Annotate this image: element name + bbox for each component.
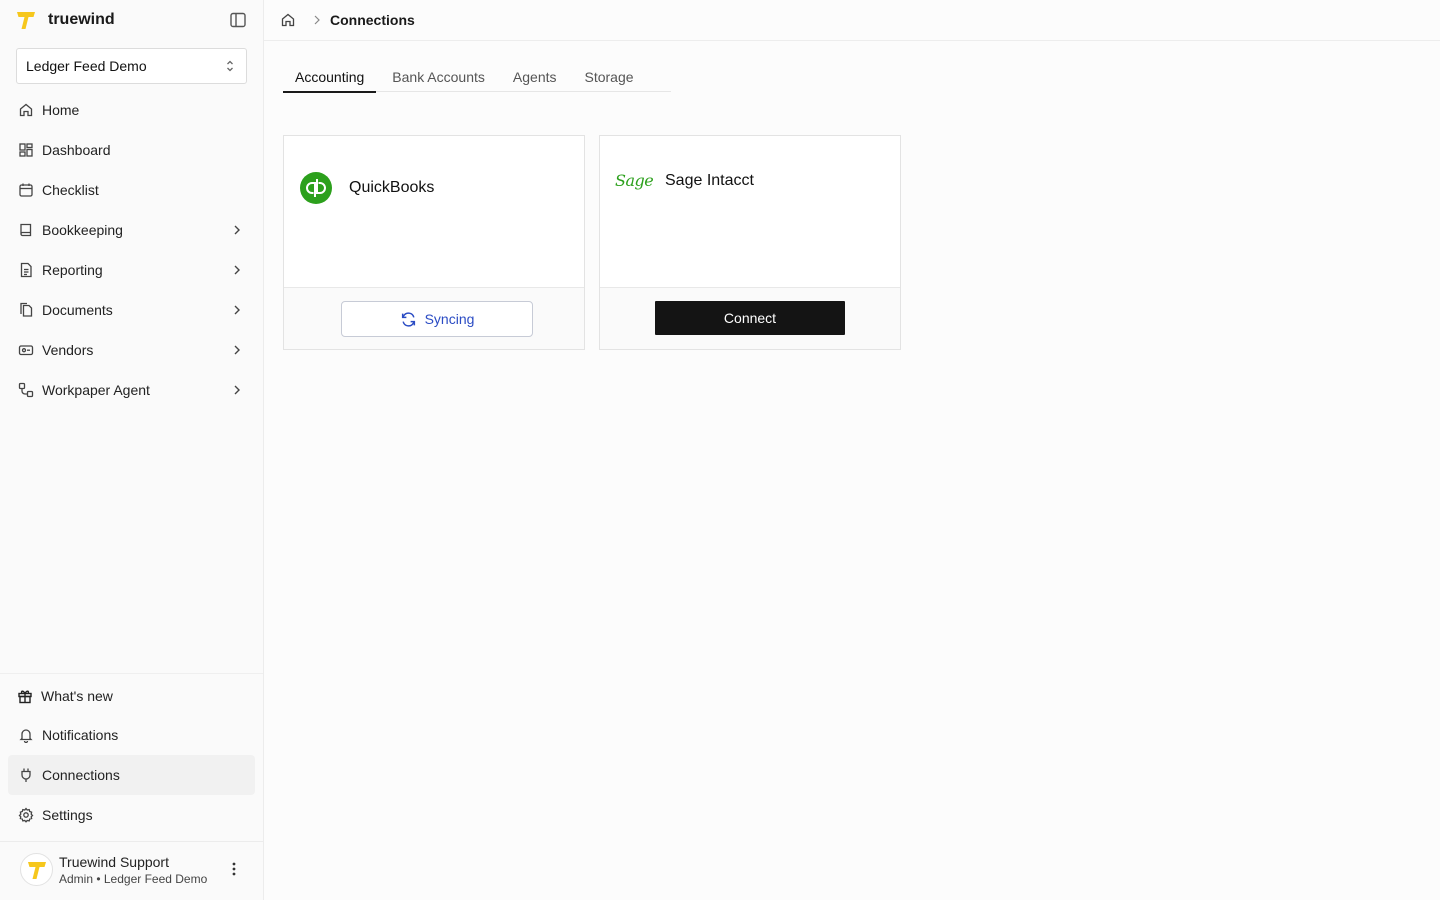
book-icon bbox=[20, 223, 32, 237]
sidebar-item-notifications[interactable]: Notifications bbox=[8, 715, 255, 755]
truewind-logo-icon bbox=[27, 861, 46, 879]
tab-storage[interactable]: Storage bbox=[571, 62, 648, 92]
sidebar-item-dashboard[interactable]: Dashboard bbox=[8, 130, 255, 170]
sidebar-item-workpaper-agent[interactable]: Workpaper Agent bbox=[8, 370, 255, 410]
chevron-right-icon bbox=[234, 305, 240, 315]
sidebar-item-home[interactable]: Home bbox=[8, 90, 255, 130]
sidebar-item-label: Notifications bbox=[42, 727, 119, 743]
sidebar-item-label: Checklist bbox=[42, 182, 99, 198]
brand[interactable]: truewind bbox=[16, 8, 115, 32]
sidebar-item-label: Vendors bbox=[42, 342, 94, 358]
sidebar-item-reporting[interactable]: Reporting bbox=[8, 250, 255, 290]
sidebar-item-bookkeeping[interactable]: Bookkeeping bbox=[8, 210, 255, 250]
vendor-icon bbox=[18, 345, 34, 356]
brand-name: truewind bbox=[48, 11, 115, 28]
card-title: QuickBooks bbox=[349, 179, 435, 196]
sidebar-item-documents[interactable]: Documents bbox=[8, 290, 255, 330]
connect-button[interactable]: Connect bbox=[655, 301, 845, 335]
tab-agents[interactable]: Agents bbox=[499, 62, 571, 92]
sidebar-item-label: Home bbox=[42, 102, 80, 118]
sidebar-nav: Home Dashboard Checklist Bookkeeping Rep… bbox=[8, 90, 255, 410]
dashboard-icon bbox=[19, 143, 33, 157]
bell-icon bbox=[19, 729, 33, 743]
documents-icon bbox=[20, 302, 33, 317]
sage-intacct-card: Sage Sage Intacct Connect bbox=[599, 135, 901, 350]
sidebar-item-label: Reporting bbox=[42, 262, 103, 278]
quickbooks-card: QuickBooks Syncing bbox=[283, 135, 585, 350]
user-role: Admin • Ledger Feed Demo bbox=[59, 872, 208, 886]
sage-logo-icon: Sage bbox=[615, 171, 654, 190]
avatar bbox=[20, 853, 53, 886]
quickbooks-logo-icon bbox=[300, 172, 332, 204]
sidebar-item-label: Workpaper Agent bbox=[42, 382, 150, 398]
sidebar-item-label: What's new bbox=[41, 688, 113, 704]
gift-icon bbox=[18, 690, 32, 704]
sidebar-item-settings[interactable]: Settings bbox=[8, 795, 255, 835]
sidebar-item-label: Settings bbox=[42, 807, 93, 823]
sidebar-item-connections[interactable]: Connections bbox=[8, 755, 255, 795]
chevron-right-icon bbox=[234, 225, 240, 235]
sidebar-item-label: Connections bbox=[42, 767, 120, 783]
tab-bank-accounts[interactable]: Bank Accounts bbox=[376, 62, 499, 92]
chevron-up-down-icon bbox=[227, 60, 233, 72]
chevron-right-icon bbox=[234, 385, 240, 395]
user-name: Truewind Support bbox=[59, 854, 169, 870]
file-text-icon bbox=[20, 262, 32, 278]
syncing-button[interactable]: Syncing bbox=[341, 301, 533, 337]
home-icon bbox=[19, 103, 33, 117]
card-header: Sage Sage Intacct bbox=[615, 171, 754, 190]
chevron-right-icon bbox=[234, 345, 240, 355]
truewind-logo-icon bbox=[17, 12, 35, 29]
tab-accounting[interactable]: Accounting bbox=[283, 62, 377, 93]
sidebar-toggle-icon[interactable] bbox=[229, 11, 247, 29]
plug-icon bbox=[21, 768, 31, 782]
refresh-icon bbox=[401, 311, 415, 327]
breadcrumb: Connections bbox=[264, 0, 1440, 41]
sidebar-item-label: Bookkeeping bbox=[42, 222, 123, 238]
more-vertical-icon[interactable] bbox=[228, 860, 240, 878]
sidebar-item-vendors[interactable]: Vendors bbox=[8, 330, 255, 370]
chevron-right-icon bbox=[234, 265, 240, 275]
workflow-icon bbox=[18, 382, 34, 398]
workspace-name: Ledger Feed Demo bbox=[26, 58, 147, 74]
card-title: Sage Intacct bbox=[665, 171, 754, 189]
card-footer: Syncing bbox=[284, 287, 584, 349]
user-menu[interactable]: Truewind Support Admin • Ledger Feed Dem… bbox=[20, 852, 250, 888]
sidebar-item-checklist[interactable]: Checklist bbox=[8, 170, 255, 210]
calendar-icon bbox=[19, 183, 33, 197]
sidebar: truewind Ledger Feed Demo Home Dashboard bbox=[0, 0, 264, 900]
page-title: Connections bbox=[330, 12, 415, 28]
connection-tabs: Accounting Bank Accounts Agents Storage bbox=[283, 62, 671, 93]
home-icon[interactable] bbox=[280, 12, 296, 28]
sidebar-bottom-nav: What's new Notifications Connections Set… bbox=[8, 677, 255, 835]
sidebar-item-label: Dashboard bbox=[42, 142, 111, 158]
sidebar-item-label: Documents bbox=[42, 302, 113, 318]
card-footer: Connect bbox=[600, 287, 900, 349]
sidebar-item-whats-new[interactable]: What's new bbox=[8, 677, 255, 715]
sidebar-divider bbox=[0, 841, 263, 842]
chevron-right-icon bbox=[314, 15, 320, 25]
card-header: QuickBooks bbox=[299, 171, 434, 205]
sidebar-divider bbox=[0, 673, 263, 674]
workspace-selector[interactable]: Ledger Feed Demo bbox=[16, 48, 247, 84]
gear-icon bbox=[18, 807, 34, 823]
syncing-label: Syncing bbox=[424, 311, 475, 327]
